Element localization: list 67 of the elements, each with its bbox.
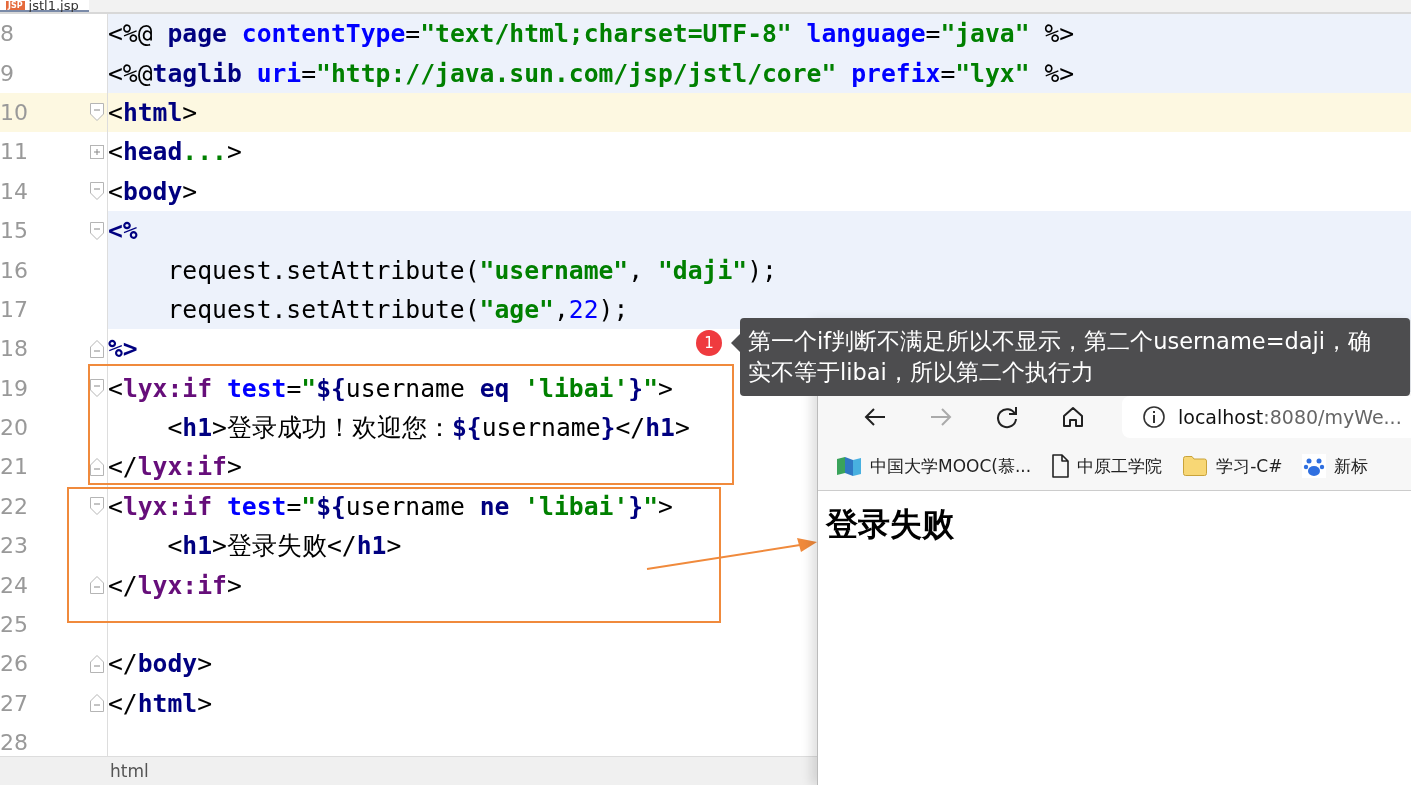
fold-icon[interactable] — [88, 693, 105, 714]
line-number: 14 — [0, 177, 29, 206]
annotation-tooltip: 第一个if判断不满足所以不显示，第二个username=daji，确实不等于libai，所以第二个执行力 — [740, 318, 1410, 396]
code-line: <% — [108, 216, 138, 246]
fold-icon[interactable] — [88, 496, 105, 517]
expand-icon[interactable] — [88, 143, 105, 160]
line-number: 24 — [0, 571, 29, 600]
code-line: <html> — [108, 97, 198, 127]
editor-tab[interactable]: JSP jstl1.jsp — [0, 0, 89, 12]
code-line: </body> — [108, 649, 213, 679]
line-number: 28 — [0, 729, 29, 756]
line-number: 20 — [0, 414, 29, 443]
line-number: 18 — [0, 335, 29, 364]
fold-icon[interactable] — [88, 378, 105, 399]
line-number: 26 — [0, 650, 29, 679]
code-line: <h1>登录失败</h1> — [166, 530, 402, 563]
bookmark[interactable]: 中原工学院 — [1051, 454, 1163, 478]
code-line: request.setAttribute("username", "daji"); — [166, 255, 777, 285]
code-line: </html> — [108, 688, 213, 718]
line-number: 17 — [0, 295, 29, 324]
fold-icon[interactable] — [88, 102, 105, 123]
code-line: request.setAttribute("age",22); — [166, 294, 629, 324]
fold-icon[interactable] — [88, 220, 105, 241]
fold-icon[interactable] — [88, 575, 105, 596]
url-text: localhost:8080/myWe... — [1178, 406, 1402, 428]
line-number: 8 — [0, 20, 15, 49]
breadcrumb[interactable]: html — [110, 761, 149, 781]
home-icon — [1060, 404, 1086, 430]
fold-icon[interactable] — [88, 181, 105, 202]
code-line: <lyx:if test="${username eq 'libai'}"> — [108, 373, 673, 403]
code-line: <%@ page contentType="text/html;charset=UTF-8" language="java" %> — [108, 19, 1075, 49]
bookmark[interactable]: 中国大学MOOC(慕... — [836, 454, 1032, 478]
code-line: <h1>登录成功！欢迎您：${username}</h1> — [166, 412, 690, 445]
line-number: 22 — [0, 492, 29, 521]
jsp-file-icon: JSP — [6, 0, 25, 10]
line-number: 9 — [0, 59, 15, 88]
code-line: </lyx:if> — [108, 452, 242, 482]
page-heading: 登录失败 — [826, 504, 955, 545]
fold-icon[interactable] — [88, 653, 105, 674]
tooltip-pointer-icon — [731, 334, 740, 352]
code-line: </lyx:if> — [108, 570, 242, 600]
bookmark[interactable]: 学习-C# — [1182, 454, 1283, 478]
address-bar[interactable]: localhost:8080/myWe... — [1122, 396, 1411, 438]
line-number: 16 — [0, 256, 29, 285]
line-number: 25 — [0, 611, 29, 640]
line-number: 21 — [0, 453, 29, 482]
fold-icon[interactable] — [88, 338, 105, 359]
book-icon — [836, 455, 862, 477]
annotation-badge: 1 — [696, 330, 722, 356]
line-number: 15 — [0, 217, 29, 246]
refresh-icon — [994, 404, 1020, 430]
code-line: <head...> — [108, 137, 242, 167]
code-line: %> — [108, 334, 138, 364]
bookmark[interactable]: 新标 — [1302, 454, 1369, 478]
file-icon — [1051, 454, 1070, 478]
line-number: 10 — [0, 98, 29, 127]
line-number: 11 — [0, 138, 29, 167]
fold-icon[interactable] — [88, 457, 105, 477]
code-line: <%@taglib uri="http://java.sun.com/jsp/jstl/core" prefix="lyx" %> — [108, 58, 1075, 88]
line-number: 27 — [0, 689, 29, 718]
line-number: 23 — [0, 532, 29, 561]
code-line: <body> — [108, 176, 198, 206]
code-line: <lyx:if test="${username ne 'libai'}"> — [108, 491, 673, 521]
info-icon[interactable] — [1142, 405, 1166, 429]
paw-icon — [1302, 454, 1327, 478]
line-number: 19 — [0, 374, 29, 403]
folder-icon — [1182, 455, 1209, 477]
